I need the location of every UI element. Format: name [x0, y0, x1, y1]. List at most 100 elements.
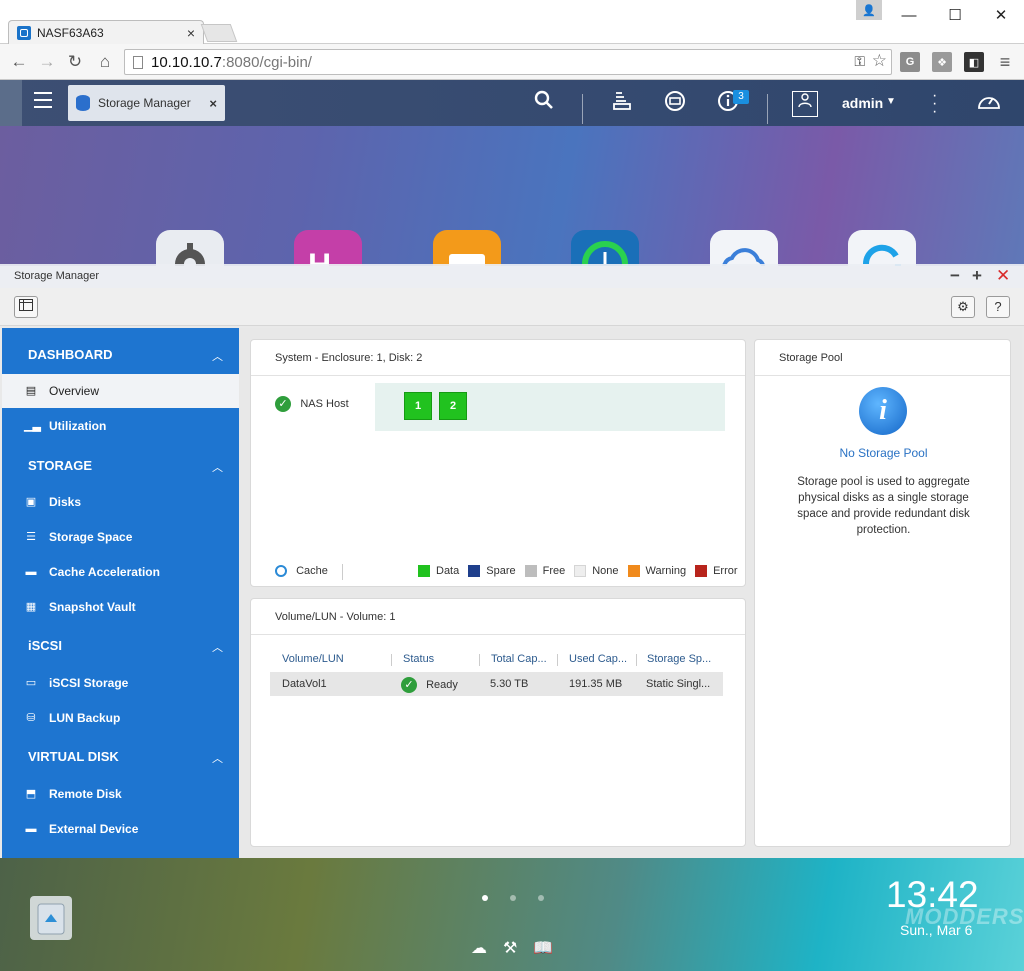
reload-icon[interactable]: ↻ [64, 52, 86, 72]
legend-label: Error [713, 565, 738, 577]
search-icon[interactable] [532, 90, 556, 114]
cloud-icon[interactable]: ☁ [471, 938, 487, 958]
control-panel-icon[interactable] [156, 230, 224, 266]
section-dashboard[interactable]: DASHBOARD [28, 347, 113, 362]
chevron-up-icon[interactable]: ︿ [212, 639, 223, 655]
back-icon[interactable]: ← [8, 52, 30, 72]
lun-backup-icon: ⛁ [26, 712, 36, 724]
window-close-button[interactable]: ✕ [978, 0, 1024, 30]
sync-icon[interactable] [848, 230, 916, 266]
window-minimize-button[interactable]: — [886, 0, 932, 30]
dashboard-gauge-icon[interactable] [976, 90, 1000, 114]
window-maximize-icon[interactable]: + [972, 266, 982, 286]
column-header-total-capacity[interactable]: Total Cap... [491, 653, 547, 665]
sidebar-item-label: iSCSI Storage [49, 676, 129, 690]
tab-close-icon[interactable]: × [187, 25, 195, 41]
browser-tab[interactable]: NASF63A63 × [8, 20, 204, 44]
file-station-icon[interactable] [433, 230, 501, 266]
sidebar-item-disks[interactable]: ▣ Disks [2, 485, 239, 519]
remote-disk-icon: ⬒ [25, 788, 37, 800]
storage-pool-title: Storage Pool [755, 340, 1010, 376]
new-tab-button[interactable] [200, 24, 238, 42]
column-header-storage-space[interactable]: Storage Sp... [647, 653, 711, 665]
disk-slot-2[interactable]: 2 [439, 392, 467, 420]
iscsi-icon: ▭ [25, 677, 37, 689]
sidebar-item-external-device[interactable]: ▬ External Device [2, 812, 239, 846]
browser-menu-icon[interactable]: ≡ [994, 52, 1016, 72]
app-tab-close-icon[interactable]: × [209, 96, 217, 111]
help-icon[interactable]: ? [986, 296, 1010, 318]
recycle-bin-icon[interactable] [30, 896, 72, 940]
backup-clock-icon[interactable] [571, 230, 639, 266]
profile-icon[interactable]: 👤 [856, 0, 882, 20]
legend-item: None [574, 565, 619, 578]
sidebar-item-label: Snapshot Vault [49, 600, 136, 614]
page-indicator-1[interactable] [482, 895, 488, 901]
column-separator [636, 654, 637, 666]
sidebar-item-snapshot-vault[interactable]: ▦ Snapshot Vault [2, 590, 239, 624]
puzzle-extension-icon[interactable]: ❖ [932, 52, 952, 72]
sidebar-item-storage-space[interactable]: ☰ Storage Space [2, 520, 239, 554]
chevron-up-icon[interactable]: ︿ [212, 459, 223, 475]
username-label[interactable]: admin [842, 95, 883, 111]
legend-swatch [574, 565, 587, 578]
main-menu-icon[interactable] [34, 92, 52, 108]
no-storage-pool-heading: No Storage Pool [839, 446, 928, 460]
section-iscsi[interactable]: iSCSI [28, 638, 62, 653]
window-title: Storage Manager [14, 270, 99, 282]
g-extension-icon[interactable]: G [900, 52, 920, 72]
legend-separator [342, 564, 343, 580]
sidebar-item-remote-disk[interactable]: ⬒ Remote Disk [2, 777, 239, 811]
storage-pool-description: Storage pool is used to aggregate physic… [797, 476, 970, 536]
legend-swatch [468, 565, 481, 578]
volume-storage-space: Static Singl... [646, 678, 711, 690]
settings-gear-icon[interactable]: ⚙ [951, 296, 975, 318]
column-header-volume[interactable]: Volume/LUN [282, 653, 344, 665]
chevron-down-icon[interactable]: ▼ [886, 96, 896, 107]
page-indicator-2[interactable] [510, 895, 516, 901]
overview-icon: ▤ [25, 385, 37, 397]
sidebar-item-overview[interactable]: ▤ Overview [2, 374, 239, 408]
app-tab-storage-manager[interactable]: Storage Manager × [68, 85, 225, 121]
cache-legend: Cache [275, 565, 328, 578]
disk-slot-1[interactable]: 1 [404, 392, 432, 420]
key-icon[interactable]: ⚿ [854, 53, 865, 70]
cache-ring-icon [275, 565, 287, 578]
column-header-status[interactable]: Status [403, 653, 434, 665]
home-icon[interactable]: ⌂ [94, 52, 116, 72]
legend-label: Spare [486, 565, 516, 577]
cloud-link-icon[interactable] [710, 230, 778, 266]
background-tasks-icon[interactable] [610, 90, 634, 114]
forward-icon[interactable]: → [36, 52, 58, 72]
tools-icon[interactable]: ⚒ [503, 938, 517, 958]
hd-station-icon[interactable]: H [294, 230, 362, 266]
address-bar[interactable]: 10.10.10.7:8080/cgi-bin/ ⚿ ☆ [124, 49, 892, 75]
sidebar-toggle-icon[interactable] [14, 296, 38, 318]
page-indicator-3[interactable] [538, 895, 544, 901]
more-options-icon[interactable]: · · · [932, 88, 938, 120]
nas-host-label: NAS Host [300, 398, 349, 411]
sidebar-item-cache-acceleration[interactable]: ▬ Cache Acceleration [2, 555, 239, 589]
chevron-up-icon[interactable]: ︿ [212, 750, 223, 766]
window-close-icon[interactable]: ✕ [996, 266, 1010, 286]
page-icon [133, 55, 143, 69]
column-header-used-capacity[interactable]: Used Cap... [569, 653, 627, 665]
section-storage[interactable]: STORAGE [28, 458, 92, 473]
window-title-bar [0, 264, 1024, 288]
window-minimize-icon[interactable]: − [950, 266, 960, 286]
volume-status-label: Ready [426, 678, 458, 691]
chevron-up-icon[interactable]: ︿ [212, 348, 223, 364]
mask-extension-icon[interactable]: ◧ [964, 52, 984, 72]
window-maximize-button[interactable]: ☐ [932, 0, 978, 30]
sidebar-item-iscsi-storage[interactable]: ▭ iSCSI Storage [2, 666, 239, 700]
book-icon[interactable]: 📖 [533, 938, 553, 958]
legend-item: Data [418, 565, 459, 578]
external-devices-icon[interactable] [663, 90, 687, 114]
user-icon[interactable] [792, 91, 818, 117]
legend-swatch [418, 565, 430, 578]
sidebar-item-lun-backup[interactable]: ⛁ LUN Backup [2, 701, 239, 735]
sidebar-item-utilization[interactable]: ▁▃ Utilization [2, 409, 239, 443]
bookmark-star-icon[interactable]: ☆ [872, 51, 887, 71]
section-virtual-disk[interactable]: VIRTUAL DISK [28, 749, 119, 764]
sidebar-item-label: Overview [49, 384, 100, 398]
